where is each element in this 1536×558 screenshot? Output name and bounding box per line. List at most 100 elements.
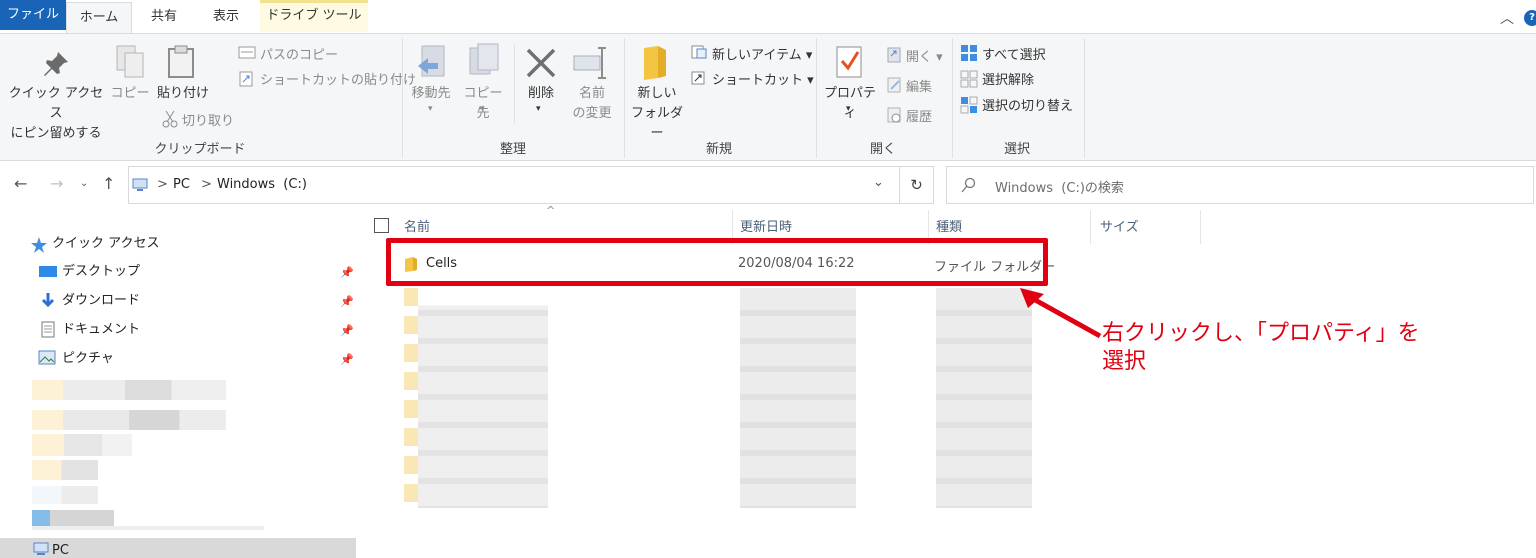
annotation-arrow	[1020, 288, 1102, 339]
new-item-button[interactable]: 新しいアイテム ▾	[712, 44, 812, 63]
group-label-clipboard: クリップボード	[154, 142, 246, 157]
delete-button[interactable]: 削除	[520, 84, 562, 104]
breadcrumb-drive[interactable]: Windows (C:)	[217, 177, 307, 192]
column-divider[interactable]	[1200, 210, 1201, 244]
nav-pictures[interactable]: ピクチャ	[62, 347, 114, 371]
blurred-item	[32, 460, 98, 480]
sort-ascending-icon: ^	[546, 204, 556, 217]
open-icon	[887, 47, 901, 63]
column-header-type[interactable]: 種類	[936, 216, 962, 235]
column-header-size[interactable]: サイズ	[1100, 216, 1139, 235]
help-icon[interactable]: ?	[1524, 10, 1536, 26]
pin-icon: 📌	[340, 266, 354, 279]
cut-button[interactable]: 切り取り	[182, 110, 234, 129]
pin-icon: 📌	[340, 353, 354, 366]
invert-selection-icon	[960, 96, 978, 114]
highlight-box	[386, 238, 1048, 286]
download-icon	[41, 293, 55, 308]
column-divider[interactable]	[1090, 210, 1091, 244]
group-label-open: 開く	[869, 142, 896, 157]
select-all-icon	[961, 45, 977, 61]
tab-drive-tools[interactable]: ドライブ ツール	[260, 0, 368, 32]
paste-shortcut-button[interactable]: ショートカットの貼り付け	[260, 69, 416, 88]
search-icon	[961, 177, 976, 193]
properties-caret-icon[interactable]: ▾	[846, 104, 851, 114]
copy-to-icon	[469, 43, 499, 75]
breadcrumb-pc[interactable]: PC	[173, 177, 190, 192]
rename-button[interactable]: 名前 の変更	[566, 84, 618, 124]
pictures-icon	[38, 350, 56, 365]
blurred-folder-icons	[404, 288, 418, 508]
annotation-line-2: 選択	[1102, 349, 1147, 374]
pin-icon	[44, 52, 68, 76]
copy-icon	[116, 45, 144, 78]
blurred-dates	[740, 288, 856, 508]
tab-view[interactable]: 表示	[198, 2, 254, 32]
nav-quick-access[interactable]: クイック アクセス	[52, 232, 159, 256]
select-all-button[interactable]: すべて選択	[982, 44, 1046, 63]
refresh-icon: ↻	[910, 176, 923, 194]
copy-to-caret-icon[interactable]: ▾	[480, 104, 485, 114]
properties-icon	[836, 46, 862, 78]
blurred-item	[32, 410, 226, 430]
nav-desktop[interactable]: デスクトップ	[62, 260, 140, 284]
collapse-ribbon-icon[interactable]: ︿	[1500, 8, 1516, 27]
refresh-button[interactable]: ↻	[900, 166, 934, 204]
copy-path-icon	[238, 46, 256, 59]
paste-icon	[168, 45, 194, 78]
paste-button[interactable]: 貼り付け	[156, 84, 210, 104]
tab-home[interactable]: ホーム	[66, 2, 132, 35]
recent-locations-chevron-icon[interactable]: ⌄	[80, 178, 88, 189]
select-none-button[interactable]: 選択解除	[982, 69, 1034, 88]
blurred-item	[32, 510, 114, 526]
group-divider	[402, 38, 403, 158]
copy-button[interactable]: コピー	[110, 84, 150, 104]
new-folder-button[interactable]: 新しい フォルダー	[628, 84, 686, 144]
shortcut-icon	[691, 71, 705, 85]
group-divider	[1084, 38, 1085, 158]
back-arrow-icon[interactable]: ←	[14, 174, 27, 193]
blurred-item	[32, 526, 264, 530]
pin-icon: 📌	[340, 295, 354, 308]
pin-quick-access-button[interactable]: クイック アクセス にピン留めする	[6, 84, 106, 144]
subgroup-divider	[514, 44, 515, 124]
forward-arrow-icon[interactable]: →	[50, 174, 63, 193]
nav-downloads[interactable]: ダウンロード	[62, 289, 140, 313]
tab-file[interactable]: ファイル	[0, 0, 66, 30]
new-item-icon	[691, 45, 707, 59]
document-icon	[41, 321, 55, 338]
navigation-pane: クイック アクセス デスクトップ 📌 ダウンロード 📌 ドキュメント 📌 ピクチ…	[0, 208, 358, 558]
edit-button[interactable]: 編集	[906, 76, 932, 95]
nav-pc[interactable]: PC	[52, 538, 69, 558]
pin-icon: 📌	[340, 324, 354, 337]
tab-share[interactable]: 共有	[138, 2, 190, 32]
move-to-icon	[418, 45, 445, 77]
column-header-name[interactable]: 名前	[404, 216, 430, 235]
select-all-checkbox[interactable]	[374, 218, 389, 233]
address-dropdown-chevron-icon[interactable]: ⌄	[873, 175, 884, 190]
blurred-item	[32, 486, 98, 504]
search-box[interactable]: Windows (C:)の検索	[946, 166, 1534, 204]
history-button[interactable]: 履歴	[906, 106, 932, 125]
move-to-button[interactable]: 移動先	[406, 84, 456, 104]
group-label-organize: 整理	[499, 142, 526, 157]
history-icon	[887, 107, 901, 123]
shortcut-button[interactable]: ショートカット ▾	[712, 69, 814, 88]
move-to-caret-icon[interactable]: ▾	[428, 104, 433, 114]
rename-icon	[573, 47, 606, 79]
delete-icon	[526, 48, 556, 78]
address-bar[interactable]: > PC > Windows (C:) ⌄	[128, 166, 900, 204]
copy-path-button[interactable]: パスのコピー	[260, 44, 338, 63]
pc-icon	[132, 178, 148, 191]
nav-documents[interactable]: ドキュメント	[62, 318, 140, 342]
ribbon-tabs: ファイル ホーム 共有 表示 ドライブ ツール ︿ ?	[0, 0, 1536, 35]
pc-icon	[33, 542, 49, 555]
invert-selection-button[interactable]: 選択の切り替え	[982, 95, 1073, 114]
star-icon	[31, 237, 47, 253]
group-label-new: 新規	[705, 142, 732, 157]
column-header-modified[interactable]: 更新日時	[740, 216, 792, 235]
delete-caret-icon[interactable]: ▾	[536, 104, 541, 114]
open-button[interactable]: 開く ▾	[906, 46, 943, 65]
address-row: ← → ⌄ ↑ > PC > Windows (C:) ⌄ ↻ Windows …	[0, 162, 1536, 208]
up-arrow-icon[interactable]: ↑	[102, 174, 115, 193]
